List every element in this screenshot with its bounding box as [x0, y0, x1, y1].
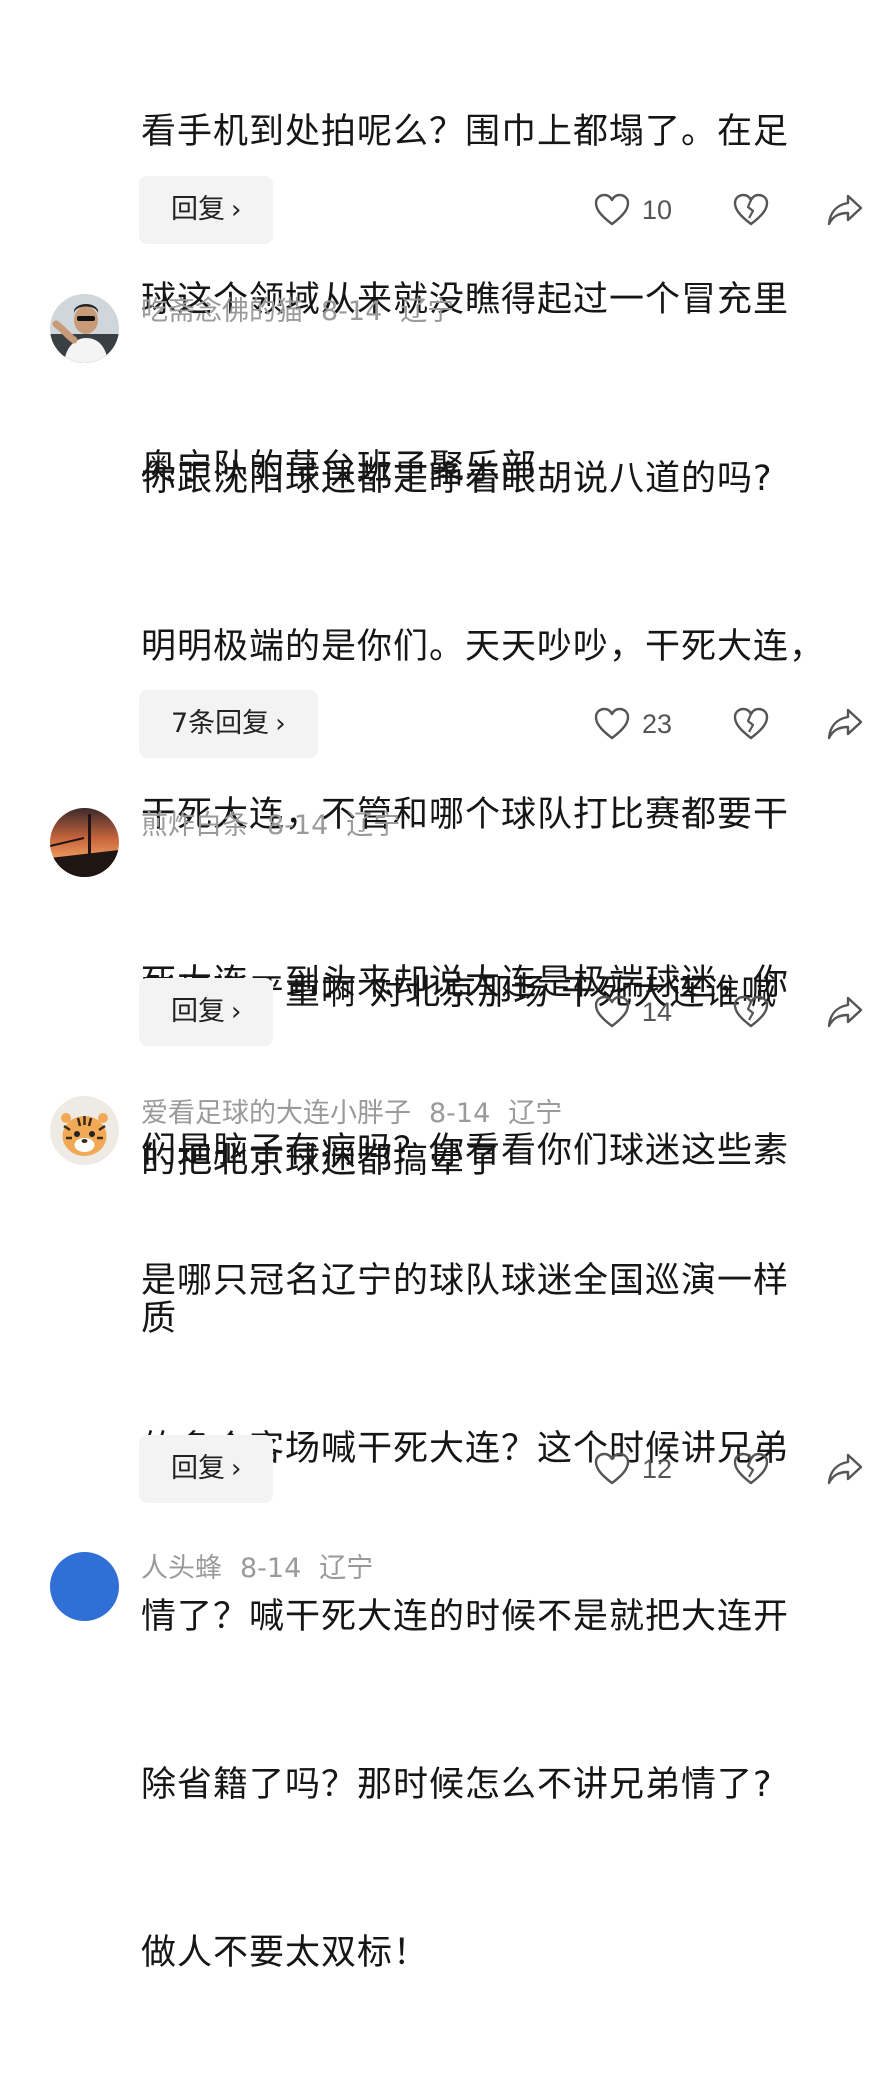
comment-meta: 煎炸白条 8-14 辽宁 [141, 806, 418, 846]
comment-feed: 看手机到处拍呢么？围巾上都塌了。在足 球这个领域从来就没瞧得起过一个冒充里 奥宁… [0, 0, 894, 1973]
like-button[interactable]: 14 [594, 984, 672, 1040]
comment-date: 8-14 [240, 1553, 302, 1584]
reply-button[interactable]: 回复 › [139, 176, 274, 244]
reply-label: 回复 [171, 996, 225, 1027]
broken-heart-icon [733, 1452, 769, 1486]
heart-outline-icon [594, 1452, 630, 1486]
comment-location: 辽宁 [319, 1553, 374, 1584]
like-count: 14 [642, 996, 673, 1027]
comment-line: 做人不要太双标！ [141, 1933, 430, 1973]
like-button[interactable]: 10 [594, 182, 672, 238]
username[interactable]: 人头蜂 [141, 1553, 222, 1584]
chevron-right-icon: › [231, 997, 242, 1027]
like-count: 23 [642, 708, 673, 739]
reply-label: 7条回复 [171, 708, 270, 739]
dislike-button[interactable] [733, 182, 769, 238]
comment-meta: 爱看足球的大连小胖子 8-14 辽宁 [141, 1094, 580, 1134]
comment-line: 看手机到处拍呢么？围巾上都塌了。在足 [141, 112, 790, 152]
reply-button[interactable]: 回复 › [139, 1435, 274, 1503]
avatar[interactable] [50, 1096, 119, 1165]
username[interactable]: 煎炸白条 [141, 810, 249, 841]
avatar[interactable] [50, 1552, 119, 1621]
username[interactable]: 爱看足球的大连小胖子 [141, 1098, 411, 1129]
comment-line: 明明极端的是你们。天天吵吵，干死大连， [141, 627, 826, 667]
broken-heart-icon [733, 193, 769, 227]
comment-meta: 吃斋念佛的猫 8-14 辽宁 [141, 292, 472, 332]
reply-label: 回复 [171, 194, 225, 225]
comment-line: 除省籍了吗？那时候怎么不讲兄弟情了? [141, 1765, 773, 1805]
comment-line: 情了？喊干死大连的时候不是就把大连开 [141, 1597, 790, 1637]
dislike-button[interactable] [733, 984, 769, 1040]
comment-location: 辽宁 [346, 810, 401, 841]
broken-heart-icon [733, 707, 769, 741]
broken-heart-icon [733, 995, 769, 1029]
comment-location: 辽宁 [400, 296, 455, 327]
reply-button[interactable]: 回复 › [139, 978, 274, 1046]
share-arrow-icon [826, 193, 864, 227]
comment-date: 8-14 [267, 810, 329, 841]
share-button[interactable] [826, 182, 864, 238]
avatar[interactable] [50, 808, 119, 877]
share-button[interactable] [826, 696, 864, 752]
comment-date: 8-14 [321, 296, 383, 327]
heart-outline-icon [594, 707, 630, 741]
heart-outline-icon [594, 193, 630, 227]
avatar[interactable] [50, 294, 119, 363]
comment-location: 辽宁 [508, 1098, 563, 1129]
comment-line: 是哪只冠名辽宁的球队球迷全国巡演一样 [141, 1261, 790, 1301]
comment-line: 你跟沈阳球迷都是睁着眼胡说八道的吗? [141, 459, 773, 499]
share-arrow-icon [826, 995, 864, 1029]
chevron-right-icon: › [231, 1454, 242, 1484]
comment-date: 8-14 [429, 1098, 491, 1129]
reply-label: 回复 [171, 1453, 225, 1484]
dislike-button[interactable] [733, 696, 769, 752]
chevron-right-icon: › [231, 195, 242, 225]
share-button[interactable] [826, 984, 864, 1040]
comment-meta: 人头蜂 8-14 辽宁 [141, 1549, 391, 1589]
view-replies-button[interactable]: 7条回复 › [139, 690, 318, 758]
like-button[interactable]: 23 [594, 696, 672, 752]
dislike-button[interactable] [733, 1441, 769, 1497]
share-button[interactable] [826, 1441, 864, 1497]
username[interactable]: 吃斋念佛的猫 [141, 296, 303, 327]
share-arrow-icon [826, 1452, 864, 1486]
like-button[interactable]: 12 [594, 1441, 672, 1497]
comment-text: 是哪只冠名辽宁的球队球迷全国巡演一样 的多个客场喊干死大连？这个时候讲兄弟 情了… [141, 1141, 871, 2093]
share-arrow-icon [826, 707, 864, 741]
chevron-right-icon: › [275, 709, 286, 739]
like-count: 10 [642, 194, 673, 225]
heart-outline-icon [594, 995, 630, 1029]
like-count: 12 [642, 1453, 673, 1484]
